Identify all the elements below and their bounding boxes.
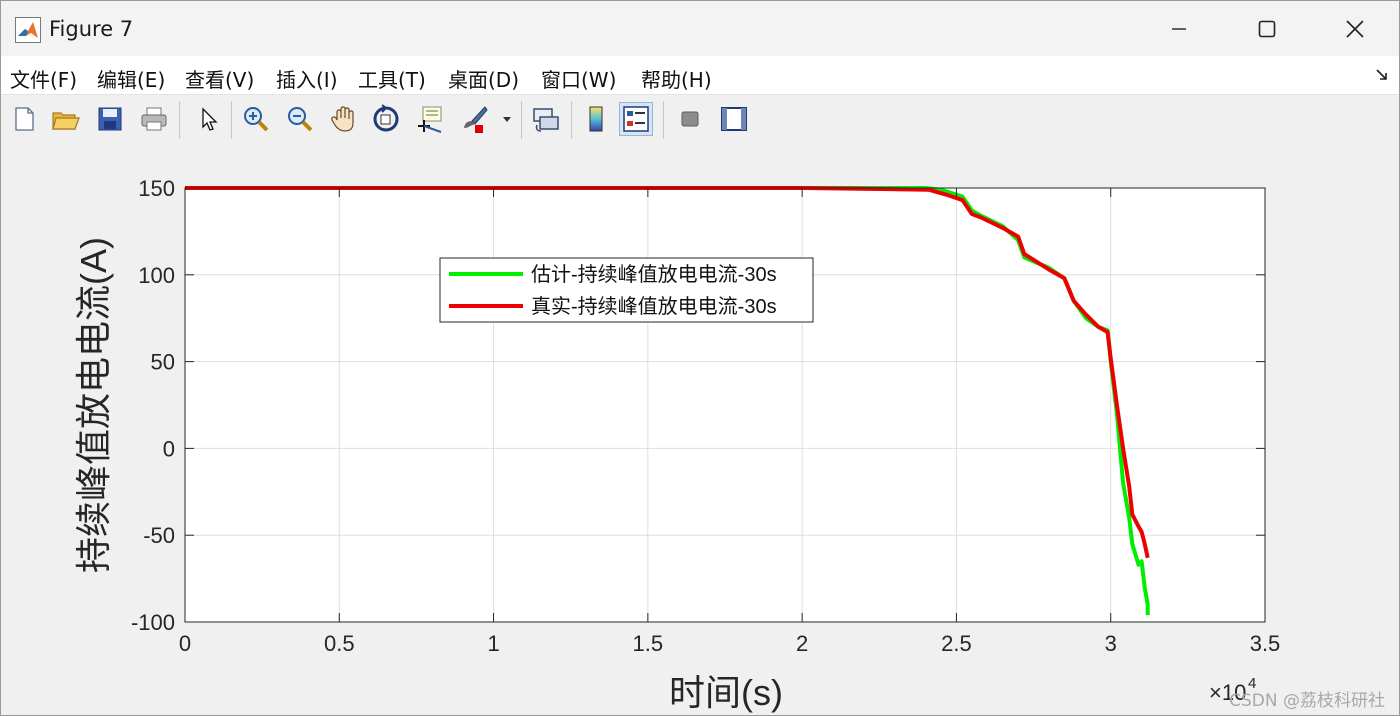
open-file-icon bbox=[52, 112, 80, 130]
link-plot-button[interactable] bbox=[529, 102, 563, 136]
toolbar-separator bbox=[231, 101, 232, 139]
menu-bar: 文件(F) 编辑(E) 查看(V) 插入(I) 工具(T) 桌面(D) 窗口(W… bbox=[1, 56, 1399, 94]
minimize-button[interactable] bbox=[1135, 1, 1223, 56]
menu-window[interactable]: 窗口(W) bbox=[541, 64, 616, 93]
chevron-down-icon bbox=[503, 117, 511, 122]
watermark: CSDN @荔枝科研社 bbox=[1229, 691, 1385, 711]
zoom-out-button[interactable] bbox=[283, 102, 317, 136]
menu-desktop[interactable]: 桌面(D) bbox=[448, 64, 519, 93]
menu-edit[interactable]: 编辑(E) bbox=[97, 64, 165, 93]
save-icon bbox=[98, 107, 122, 131]
toolbar-separator bbox=[571, 101, 572, 139]
x-tick-label: 1 bbox=[487, 631, 499, 656]
title-bar[interactable]: Figure 7 bbox=[1, 1, 1399, 56]
save-button[interactable] bbox=[93, 102, 127, 136]
y-tick-label: -50 bbox=[143, 523, 175, 548]
data-cursor-icon bbox=[418, 106, 442, 133]
close-icon bbox=[1346, 19, 1364, 38]
x-tick-label: 0.5 bbox=[324, 631, 355, 656]
legend-button[interactable] bbox=[619, 102, 653, 136]
legend-label-estimated: 估计-持续峰值放电电流-30s bbox=[531, 263, 777, 286]
minimize-icon bbox=[1172, 27, 1186, 30]
x-tick-label: 0 bbox=[179, 631, 191, 656]
line-chart[interactable]: 0 0.5 1 1.5 2 2.5 3 3.5 150100500-50-100 ×10 4 … bbox=[1, 145, 1399, 716]
y-tick-label: 50 bbox=[151, 350, 175, 375]
y-tick-label: -100 bbox=[131, 610, 175, 635]
menu-insert[interactable]: 插入(I) bbox=[276, 64, 338, 93]
print-button[interactable] bbox=[137, 102, 171, 136]
menu-view[interactable]: 查看(V) bbox=[185, 64, 254, 93]
zoom-in-button[interactable] bbox=[239, 102, 273, 136]
menu-file[interactable]: 文件(F) bbox=[10, 64, 77, 93]
pan-button[interactable] bbox=[327, 102, 361, 136]
y-tick-labels: 150 100 50 0 -50 -100 bbox=[131, 176, 175, 635]
figure-toolbar bbox=[1, 94, 1399, 146]
new-figure-button[interactable] bbox=[7, 102, 41, 136]
matlab-app-icon bbox=[15, 17, 41, 43]
show-plot-tools-icon bbox=[721, 107, 747, 131]
x-tick-label: 3 bbox=[1105, 631, 1117, 656]
open-file-button[interactable] bbox=[49, 102, 83, 136]
legend[interactable]: 估计-持续峰值放电电流-30s 真实-持续峰值放电电流-30s bbox=[439, 257, 814, 323]
legend-label-actual: 真实-持续峰值放电电流-30s bbox=[531, 295, 777, 318]
maximize-button[interactable] bbox=[1223, 1, 1311, 56]
rotate-3d-icon bbox=[373, 104, 399, 132]
x-tick-label: 3.5 bbox=[1250, 631, 1281, 656]
maximize-icon bbox=[1258, 20, 1276, 37]
zoom-in-icon bbox=[244, 107, 269, 132]
brush-icon bbox=[464, 106, 488, 133]
legend-icon bbox=[623, 106, 649, 132]
toolbar-separator bbox=[521, 101, 522, 139]
brush-dropdown-button[interactable] bbox=[497, 102, 517, 136]
new-figure-icon bbox=[15, 107, 34, 131]
x-tick-label: 2.5 bbox=[941, 631, 972, 656]
toolbar-separator bbox=[663, 101, 664, 139]
window-title: Figure 7 bbox=[49, 17, 134, 41]
show-plot-tools-button[interactable] bbox=[717, 102, 751, 136]
pan-hand-icon bbox=[331, 106, 354, 132]
y-tick-label: 0 bbox=[163, 436, 175, 461]
colorbar-button[interactable] bbox=[579, 102, 613, 136]
x-tick-label: 1.5 bbox=[633, 631, 664, 656]
edit-plot-arrow-icon bbox=[202, 107, 218, 131]
brush-button[interactable] bbox=[457, 102, 491, 136]
x-axis-label: 时间(s) bbox=[669, 672, 783, 713]
plot-area bbox=[185, 188, 1265, 622]
print-icon bbox=[141, 107, 167, 131]
rotate-3d-button[interactable] bbox=[369, 102, 403, 136]
data-cursor-button[interactable] bbox=[413, 102, 447, 136]
hide-plot-tools-icon bbox=[681, 111, 699, 127]
colorbar-icon bbox=[589, 106, 603, 132]
y-axis-label: 持续峰值放电电流(A) bbox=[73, 237, 114, 573]
x-tick-labels: 0 0.5 1 1.5 2 2.5 3 3.5 bbox=[179, 631, 1280, 656]
link-plot-icon bbox=[533, 108, 559, 132]
edit-plot-button[interactable] bbox=[191, 102, 225, 136]
menu-help[interactable]: 帮助(H) bbox=[641, 64, 712, 93]
x-tick-label: 2 bbox=[796, 631, 808, 656]
hide-plot-tools-button[interactable] bbox=[673, 102, 707, 136]
menu-tools[interactable]: 工具(T) bbox=[358, 64, 426, 93]
close-button[interactable] bbox=[1311, 1, 1399, 56]
dock-arrow-icon[interactable] bbox=[1375, 68, 1389, 82]
figure-window: Figure 7 文件(F) 编辑(E) 查看(V) 插入(I) 工具(T) 桌… bbox=[0, 0, 1400, 716]
toolbar-separator bbox=[179, 101, 180, 139]
zoom-out-icon bbox=[288, 107, 313, 132]
y-tick-label: 100 bbox=[138, 263, 175, 288]
figure-canvas: 0 0.5 1 1.5 2 2.5 3 3.5 150 100 50 0 -50 -100 ×10 4 … bbox=[1, 145, 1399, 716]
y-tick-label: 150 bbox=[138, 176, 175, 201]
